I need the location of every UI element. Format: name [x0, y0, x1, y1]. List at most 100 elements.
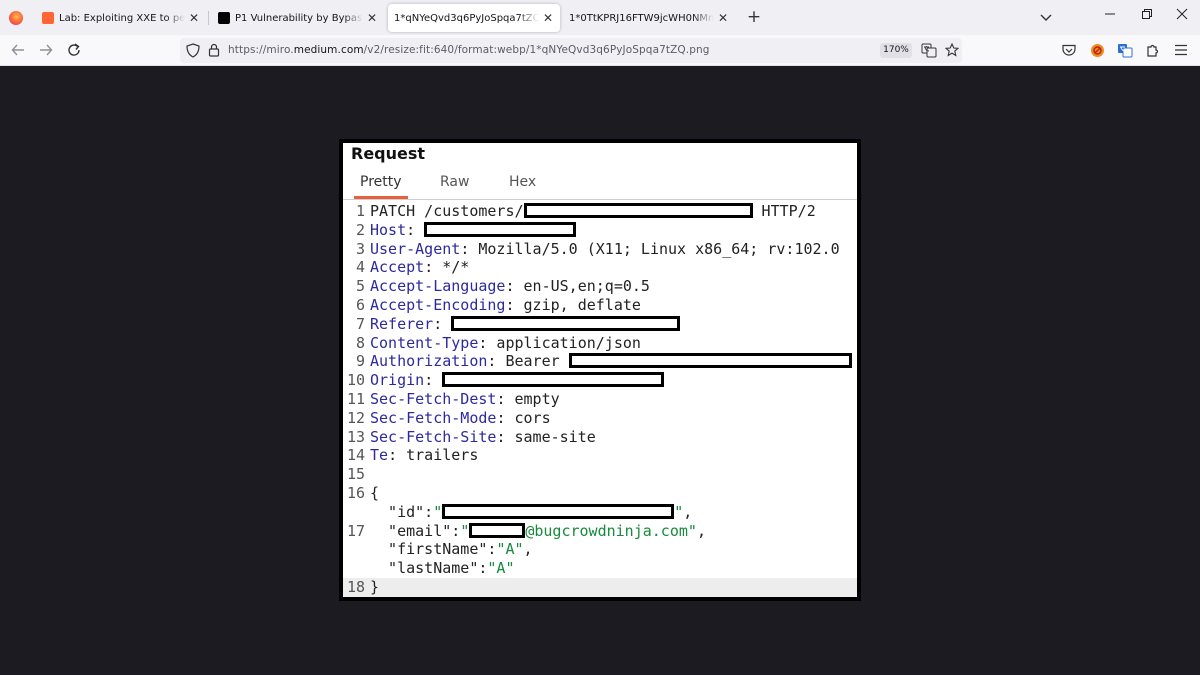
header-value: en-US,en;q=0.5 — [514, 277, 650, 296]
zoom-level-badge[interactable]: 170% — [880, 43, 912, 58]
minimize-window-icon[interactable] — [1100, 8, 1120, 26]
tab-p1-vulnerability[interactable]: P1 Vulnerability by Bypassing th ✕ — [212, 4, 384, 32]
code-line: 6 Accept-Encoding: gzip, deflate — [355, 295, 641, 314]
tab-hex: Hex — [509, 174, 537, 190]
code-line: 3 User-Agent: Mozilla/5.0 (X11; Linux x86… — [355, 239, 840, 258]
code-line: 4 Accept: */* — [355, 258, 470, 277]
tab-label: P1 Vulnerability by Bypassing th — [235, 12, 363, 24]
url-prefix: https://miro. — [228, 44, 294, 56]
list-all-tabs-chevron-icon[interactable] — [1038, 9, 1054, 25]
code-line: 12 Sec-Fetch-Mode: cors — [346, 408, 551, 427]
tab-image-2[interactable]: 1*0TtKPRJ16FTW9jcWH0NMnQ.webp ✕ — [563, 4, 735, 32]
header-value: application/json — [487, 333, 641, 352]
pocket-icon[interactable] — [1059, 41, 1079, 59]
redaction-box — [568, 353, 852, 369]
header-name: User-Agent — [370, 239, 461, 258]
forward-arrow-icon[interactable] — [36, 41, 56, 59]
code-line: 16{ — [346, 483, 380, 502]
header-name: Sec-Fetch-Site — [370, 427, 497, 446]
json-email-domain: @bugcrowdninja.com" — [525, 521, 697, 540]
header-value: cors — [505, 408, 551, 427]
reload-icon[interactable] — [64, 41, 84, 59]
code-line: "id":" ", — [370, 502, 693, 521]
json-close-brace: } — [370, 577, 380, 596]
tab-pretty: Pretty — [354, 174, 408, 199]
code-line: 15 — [346, 465, 365, 484]
header-name: Accept-Language — [370, 277, 506, 296]
padlock-icon[interactable] — [208, 43, 220, 57]
redaction-box — [469, 522, 526, 538]
firefox-menu-icon[interactable] — [9, 11, 23, 25]
url-host: medium.com — [293, 44, 364, 56]
tab-label: 1*qNYeQvd3q6PyJoSpqa7tZQ.webp — [394, 12, 539, 24]
request-view-tabs: Pretty Raw Hex — [343, 170, 857, 200]
request-panel-title: Request — [351, 144, 426, 163]
header-name: Te — [370, 446, 389, 465]
header-name: Sec-Fetch-Mode — [370, 408, 497, 427]
request-screenshot-image: Request Pretty Raw Hex 1 PATCH /customers… — [339, 139, 861, 601]
json-value-firstname: "A" — [496, 540, 524, 559]
json-key-email: "email": — [370, 521, 461, 540]
header-value: gzip, deflate — [514, 295, 641, 314]
tab-close-icon[interactable]: ✕ — [542, 11, 554, 25]
restore-window-icon[interactable] — [1137, 8, 1157, 26]
json-key-lastname: "lastName": — [370, 559, 488, 578]
header-name: Content-Type — [370, 333, 479, 352]
code-line: 11 Sec-Fetch-Dest: empty — [346, 389, 560, 408]
code-line: 1 PATCH /customers/ HTTP/2 — [355, 202, 816, 220]
portswigger-favicon-icon — [42, 12, 54, 24]
redaction-box — [451, 315, 681, 331]
code-line: 2 Host: — [343, 221, 857, 240]
header-name: Referer — [370, 314, 434, 333]
address-bar[interactable]: https://miro.medium.com/v2/resize:fit:64… — [180, 38, 962, 63]
code-line: 17 "email":" @bugcrowdninja.com", — [346, 521, 706, 540]
tab-label: Lab: Exploiting XXE to perform S — [59, 12, 185, 24]
header-value: Bearer — [496, 352, 569, 371]
extension-blocker-icon[interactable] — [1087, 41, 1107, 59]
code-line: "lastName":"A" — [343, 559, 857, 578]
tab-separator — [208, 11, 209, 25]
header-name: Origin — [370, 371, 425, 390]
redaction-box — [523, 203, 753, 218]
bookmark-star-icon[interactable] — [945, 43, 959, 57]
request-line-method-path: PATCH /customers/ — [370, 202, 524, 220]
redaction-box — [424, 221, 577, 237]
back-arrow-icon[interactable] — [8, 41, 28, 59]
header-value: Mozilla/5.0 (X11; Linux x86_64; rv:102.0 — [469, 239, 840, 258]
tracking-protection-shield-icon[interactable] — [186, 43, 200, 58]
tab-close-icon[interactable]: ✕ — [188, 11, 200, 25]
header-value: empty — [505, 389, 560, 408]
tab-close-icon[interactable]: ✕ — [717, 11, 729, 25]
header-value: same-site — [505, 427, 596, 446]
code-line: 14 Te: trailers — [346, 446, 479, 465]
tab-raw: Raw — [440, 174, 470, 190]
header-name: Host — [370, 220, 407, 239]
request-line-protocol: HTTP/2 — [752, 202, 816, 220]
json-quote: " — [460, 521, 470, 540]
close-window-icon[interactable] — [1172, 8, 1192, 26]
redaction-box — [442, 503, 675, 519]
code-line: "firstName":"A", — [370, 540, 533, 559]
translator-extension-icon[interactable] — [1115, 41, 1135, 59]
code-line: 5 Accept-Language: en-US,en;q=0.5 — [355, 277, 650, 296]
tab-xxe-lab[interactable]: Lab: Exploiting XXE to perform S ✕ — [36, 4, 206, 32]
json-quote: " — [674, 502, 684, 521]
header-name: Sec-Fetch-Dest — [370, 389, 497, 408]
code-line: 10 Origin: — [343, 371, 857, 390]
hamburger-menu-icon[interactable] — [1171, 41, 1191, 59]
json-open-brace: { — [370, 483, 380, 502]
header-value: trailers — [397, 446, 479, 465]
redaction-box — [442, 372, 665, 388]
tab-strip: Lab: Exploiting XXE to perform S ✕ P1 Vu… — [0, 0, 1200, 35]
extensions-puzzle-icon[interactable] — [1143, 41, 1163, 59]
tab-close-icon[interactable]: ✕ — [366, 11, 378, 25]
header-name: Authorization — [370, 352, 488, 371]
url-text[interactable]: https://miro.medium.com/v2/resize:fit:64… — [228, 44, 710, 56]
header-name: Accept — [370, 258, 425, 277]
tab-image-active[interactable]: 1*qNYeQvd3q6PyJoSpqa7tZQ.webp ✕ — [388, 4, 560, 32]
json-key-firstname: "firstName": — [370, 540, 497, 559]
translate-page-icon[interactable] — [921, 43, 937, 58]
json-key-id: "id": — [370, 502, 434, 521]
url-path: /v2/resize:fit:640/format:webp/1*qNYeQvd… — [363, 44, 710, 56]
new-tab-button[interactable]: + — [745, 8, 763, 26]
